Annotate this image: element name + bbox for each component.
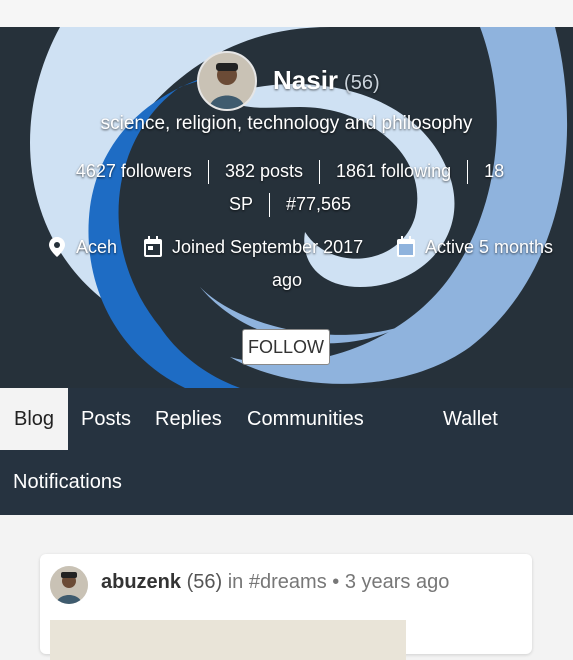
- active-text: Active 5 months: [425, 236, 554, 257]
- separator-dot: •: [332, 571, 340, 593]
- joined-item: Joined September 2017: [142, 235, 363, 259]
- profile-name: Nasir (56): [273, 65, 380, 96]
- divider: [467, 159, 469, 184]
- joined-text: Joined September 2017: [172, 236, 364, 257]
- community-link[interactable]: #dreams: [249, 571, 327, 593]
- posts-count: 382 posts: [224, 161, 303, 181]
- followers-link[interactable]: 4627 followers: [76, 155, 192, 188]
- calendar-icon: [144, 236, 162, 257]
- top-bar: [0, 0, 573, 27]
- profile-about: science, religion, technology and philos…: [100, 113, 473, 134]
- active-text-continued: ago: [272, 270, 303, 290]
- post-meta: abuzenk (56) in #dreams • 3 years ago: [101, 571, 449, 594]
- profile-tabs: Blog Posts Replies Communities Wallet No…: [0, 388, 573, 515]
- tab-posts[interactable]: Posts: [81, 388, 131, 450]
- profile-avatar[interactable]: [197, 51, 257, 111]
- reputation-score: (56): [344, 72, 380, 94]
- divider: [268, 192, 270, 217]
- calendar-icon: [397, 236, 415, 257]
- rank: #77,565: [285, 194, 352, 214]
- in-label: in: [227, 571, 244, 593]
- divider: [207, 159, 209, 184]
- map-pin-icon: [49, 237, 65, 257]
- divider: [319, 159, 320, 184]
- author-avatar[interactable]: [50, 566, 88, 604]
- tab-wallet[interactable]: Wallet: [443, 388, 498, 450]
- tab-blog[interactable]: Blog: [0, 388, 68, 450]
- sp-amount: 18: [484, 161, 505, 181]
- profile-header: Nasir (56) science, religion, technology …: [0, 27, 573, 388]
- location-text: Aceh: [76, 236, 118, 257]
- tab-communities[interactable]: Communities: [247, 388, 364, 450]
- post-author-reputation: (56): [186, 571, 223, 593]
- post-card[interactable]: abuzenk (56) in #dreams • 3 years ago: [40, 554, 532, 660]
- active-item: Active 5 months: [395, 235, 553, 259]
- sp-unit: SP: [228, 194, 253, 214]
- post-time: 3 years ago: [344, 571, 450, 593]
- profile-stats: 4627 followers 382 posts 1861 following …: [40, 155, 540, 221]
- follow-button[interactable]: FOLLOW: [242, 329, 330, 365]
- post-thumbnail[interactable]: [50, 620, 406, 660]
- location-item: Aceh: [46, 235, 117, 259]
- profile-name-text: Nasir: [273, 65, 339, 95]
- tab-replies[interactable]: Replies: [155, 388, 222, 450]
- tab-notifications[interactable]: Notifications: [13, 451, 122, 513]
- following-link[interactable]: 1861 following: [336, 155, 451, 188]
- post-author-link[interactable]: abuzenk: [101, 571, 181, 593]
